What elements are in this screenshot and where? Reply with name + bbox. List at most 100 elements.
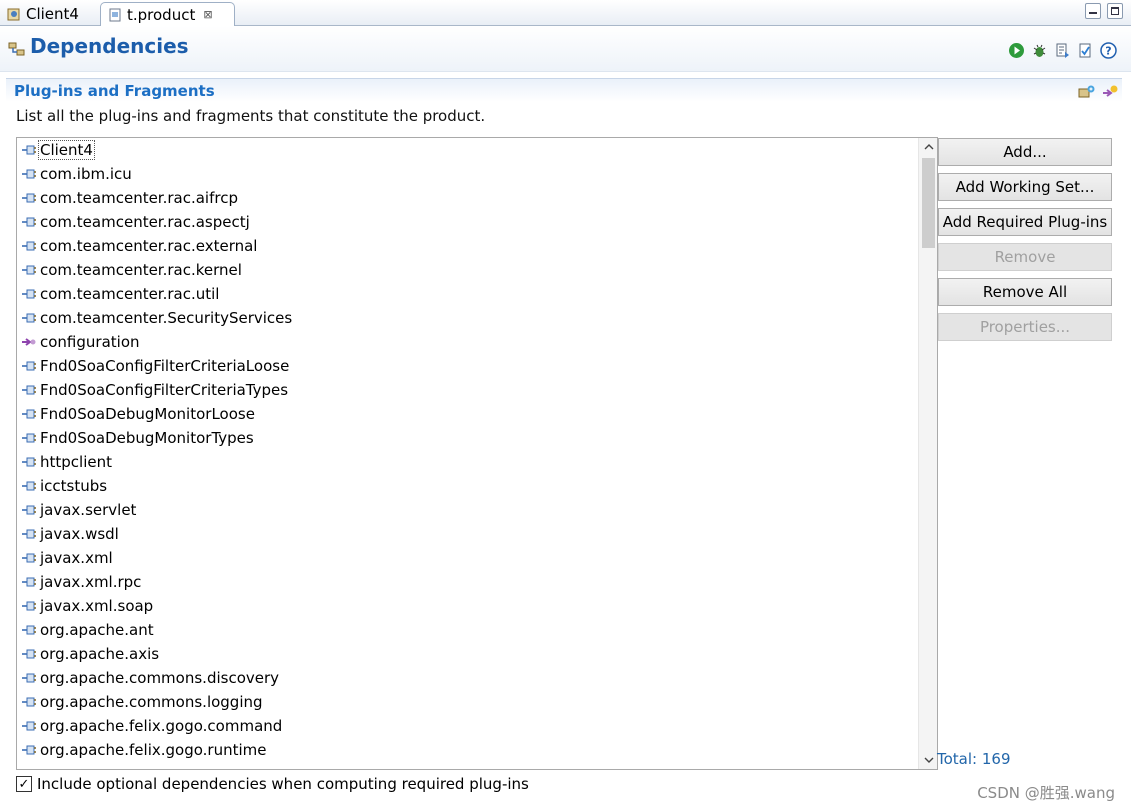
list-item-label: org.apache.felix.gogo.runtime (40, 741, 267, 759)
list-item-label: javax.xml.soap (40, 597, 154, 615)
tab-label: Client4 (26, 5, 79, 23)
list-item[interactable]: org.apache.commons.discovery (17, 666, 912, 690)
list-item[interactable]: org.apache.ant (17, 618, 912, 642)
list-item-label: com.teamcenter.rac.kernel (40, 261, 242, 279)
list-item-label: icctstubs (40, 477, 108, 495)
include-optional-checkbox[interactable]: ✓ (16, 776, 32, 792)
add-fragment-icon[interactable] (1101, 84, 1118, 101)
plugin-icon (22, 721, 36, 731)
run-icon[interactable] (1008, 42, 1025, 59)
list-item[interactable]: com.teamcenter.SecurityServices (17, 306, 912, 330)
list-item[interactable]: org.apache.felix.gogo.runtime (17, 738, 912, 762)
list-item-label: org.apache.commons.discovery (40, 669, 280, 687)
list-item[interactable]: Fnd0SoaDebugMonitorTypes (17, 426, 912, 450)
properties-button[interactable]: Properties... (938, 313, 1112, 341)
minimize-button[interactable] (1085, 3, 1101, 19)
list-item-label: javax.xml (40, 549, 113, 567)
plugins-tree[interactable]: Client4 com.ibm.icu com.teamcenter.rac.aif… (16, 137, 938, 770)
page-title: Dependencies (30, 34, 189, 58)
list-item[interactable]: Client4 (17, 138, 912, 162)
list-item[interactable]: org.apache.felix.gogo.command (17, 714, 912, 738)
plugin-icon (22, 169, 36, 179)
list-item-label: com.teamcenter.rac.aifrcp (40, 189, 238, 207)
list-item[interactable]: Fnd0SoaConfigFilterCriteriaTypes (17, 378, 912, 402)
add-required-plugins-button[interactable]: Add Required Plug-ins (938, 208, 1112, 236)
plugin-icon (22, 745, 36, 755)
plugin-icon (22, 697, 36, 707)
plugin-icon (22, 409, 36, 419)
add-working-set-button[interactable]: Add Working Set... (938, 173, 1112, 201)
plugin-icon (22, 145, 36, 155)
list-item[interactable]: com.ibm.icu (17, 162, 912, 186)
list-item[interactable]: Fnd0SoaDebugMonitorLoose (17, 402, 912, 426)
plugin-icon (22, 361, 36, 371)
tab-t-product[interactable]: t.product ⊠ (100, 2, 235, 26)
scroll-down-arrow[interactable] (919, 751, 937, 769)
product-file-icon (109, 8, 121, 21)
list-item[interactable]: icctstubs (17, 474, 912, 498)
list-item[interactable]: org.apache.axis (17, 642, 912, 666)
add-plugin-icon[interactable] (1078, 84, 1095, 101)
maximize-button[interactable] (1107, 3, 1123, 19)
close-icon[interactable]: ⊠ (203, 8, 212, 21)
list-item-label: javax.servlet (40, 501, 137, 519)
list-item-label: org.apache.ant (40, 621, 154, 639)
list-item[interactable]: javax.servlet (17, 498, 912, 522)
plugin-icon (22, 529, 36, 539)
debug-icon[interactable] (1031, 42, 1048, 59)
tab-client4[interactable]: Client4 (0, 2, 96, 26)
list-item[interactable]: com.teamcenter.rac.aspectj (17, 210, 912, 234)
plugin-icon (22, 601, 36, 611)
vertical-scrollbar[interactable] (918, 138, 937, 769)
list-item[interactable]: javax.wsdl (17, 522, 912, 546)
validate-icon[interactable] (1077, 42, 1094, 59)
help-icon[interactable]: ? (1100, 42, 1117, 59)
page-header: Dependencies ? (0, 26, 1131, 72)
list-item[interactable]: org.apache.commons.logging (17, 690, 912, 714)
plugin-icon (22, 289, 36, 299)
list-item[interactable]: com.teamcenter.rac.aifrcp (17, 186, 912, 210)
list-item-label: com.teamcenter.rac.aspectj (40, 213, 250, 231)
list-item-label: org.apache.felix.gogo.command (40, 717, 283, 735)
list-item[interactable]: Fnd0SoaConfigFilterCriteriaLoose (17, 354, 912, 378)
add-button[interactable]: Add... (938, 138, 1112, 166)
total-count: Total: 169 (937, 750, 1011, 768)
list-item-label: com.teamcenter.rac.util (40, 285, 220, 303)
remove-all-button[interactable]: Remove All (938, 278, 1112, 306)
plugin-icon (22, 649, 36, 659)
plugin-icon (22, 193, 36, 203)
export-icon[interactable] (1054, 42, 1071, 59)
scroll-up-arrow[interactable] (919, 138, 937, 156)
plugin-icon (22, 313, 36, 323)
list-item[interactable]: com.teamcenter.rac.util (17, 282, 912, 306)
list-item-label: org.apache.axis (40, 645, 160, 663)
list-item-label: org.apache.commons.logging (40, 693, 263, 711)
list-item[interactable]: configuration (17, 330, 912, 354)
plugin-icon (22, 457, 36, 467)
include-optional-row: ✓ Include optional dependencies when com… (16, 775, 529, 793)
list-item[interactable]: httpclient (17, 450, 912, 474)
list-item[interactable]: javax.xml (17, 546, 912, 570)
list-item[interactable]: javax.xml.soap (17, 594, 912, 618)
remove-button[interactable]: Remove (938, 243, 1112, 271)
list-item[interactable]: com.teamcenter.rac.kernel (17, 258, 912, 282)
list-item-label: com.ibm.icu (40, 165, 132, 183)
scroll-thumb[interactable] (922, 158, 935, 248)
plugin-project-icon (7, 8, 20, 21)
plugin-icon (22, 385, 36, 395)
list-item-label: Fnd0SoaDebugMonitorTypes (40, 429, 254, 447)
list-item[interactable]: com.teamcenter.rac.external (17, 234, 912, 258)
plugin-icon (22, 673, 36, 683)
list-item-label: configuration (40, 333, 140, 351)
plugins-section: Plug-ins and Fragments List all the plug… (6, 78, 1122, 807)
plugin-icon (22, 433, 36, 443)
plugin-icon (22, 625, 36, 635)
list-item-label: javax.xml.rpc (40, 573, 142, 591)
list-item-label: javax.wsdl (40, 525, 119, 543)
plugin-icon (22, 241, 36, 251)
section-title-bar: Plug-ins and Fragments (6, 78, 1122, 102)
editor-tab-bar: Client4 t.product ⊠ (0, 0, 1131, 26)
list-item-label: httpclient (40, 453, 112, 471)
list-item[interactable]: javax.xml.rpc (17, 570, 912, 594)
plugin-icon (22, 553, 36, 563)
